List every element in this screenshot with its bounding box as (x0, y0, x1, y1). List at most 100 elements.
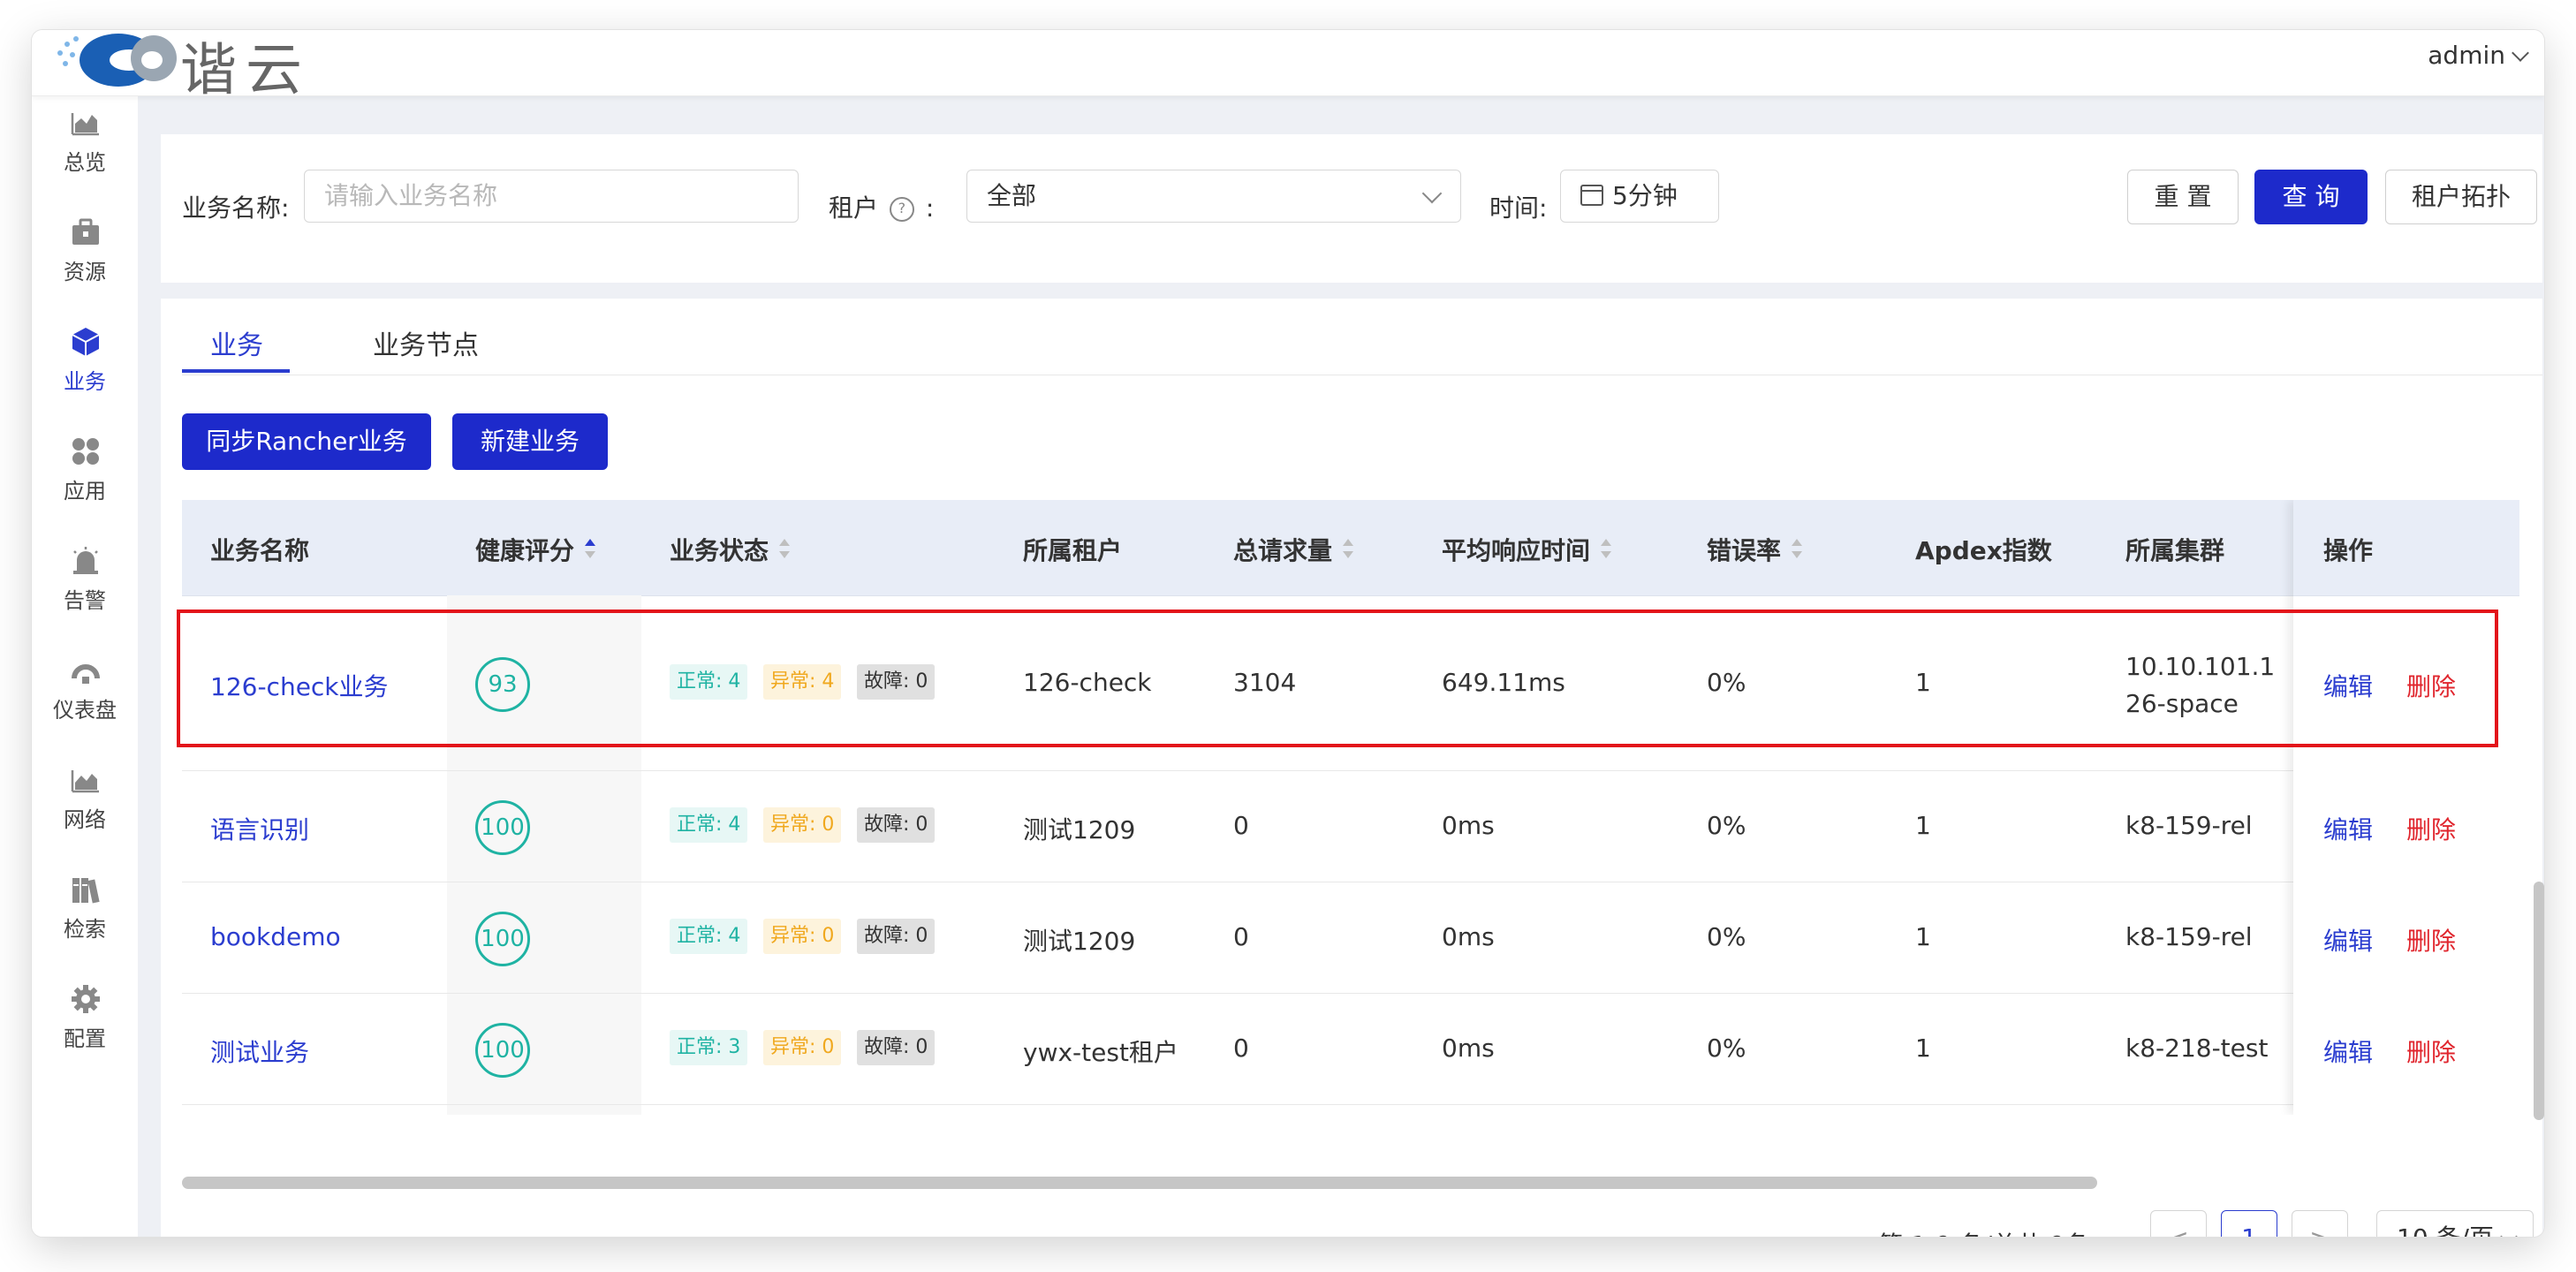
app-window: 谐云 admin 总览 资源 业务 应用 告警 仪表盘 网络 检索 配置 业务名… (32, 30, 2544, 1237)
status-abnormal-badge: 异常: 0 (763, 919, 842, 954)
sidebar-item-overview[interactable]: 总览 (32, 95, 138, 193)
column-header-health[interactable]: 健康评分 (475, 532, 596, 567)
tenant-select[interactable]: 全部 (966, 170, 1461, 223)
edit-link[interactable]: 编辑 (2323, 811, 2373, 846)
query-button[interactable]: 查 询 (2254, 170, 2368, 224)
cluster-line: 10.10.101.1 (2125, 652, 2276, 681)
edit-link[interactable]: 编辑 (2323, 668, 2373, 703)
column-header-requests[interactable]: 总请求量 (1233, 532, 1354, 567)
column-header-response-time[interactable]: 平均响应时间 (1442, 532, 1612, 567)
top-bar: 谐云 admin (32, 30, 2544, 103)
business-table: 业务名称 健康评分 业务状态 所属租户 总请求量 平均响应时间 错误率 Apde… (182, 500, 2519, 1115)
status-normal-badge: 正常: 4 (670, 919, 748, 954)
delete-link[interactable]: 删除 (2406, 1034, 2456, 1069)
status-abnormal-badge: 异常: 0 (763, 807, 842, 843)
sidebar: 总览 资源 业务 应用 告警 仪表盘 网络 检索 配置 (32, 95, 139, 1237)
page-size-value: 10 条/页 (2397, 1223, 2494, 1237)
sync-rancher-button[interactable]: 同步Rancher业务 (182, 413, 431, 470)
sidebar-item-resources[interactable]: 资源 (32, 205, 138, 302)
tenant-cell: 测试1209 (1023, 815, 1136, 844)
delete-link[interactable]: 删除 (2406, 668, 2456, 703)
delete-link[interactable]: 删除 (2406, 922, 2456, 958)
sidebar-item-settings[interactable]: 配置 (32, 972, 138, 1069)
business-name-link[interactable]: 126-check业务 (210, 668, 389, 703)
books-icon (72, 878, 100, 904)
status-normal-badge: 正常: 4 (670, 664, 748, 700)
user-menu[interactable]: admin (2428, 41, 2529, 70)
apdex-cell: 1 (1915, 922, 1931, 951)
prev-page-button[interactable]: < (2150, 1210, 2207, 1237)
sidebar-item-label: 仪表盘 (53, 698, 117, 723)
time-range-picker[interactable]: 5分钟 (1560, 170, 1719, 223)
sidebar-item-label: 业务 (64, 369, 106, 394)
sidebar-item-network[interactable]: 网络 (32, 753, 138, 850)
operations-column: 操作 编辑 删除 编辑 删除 编辑 删除 编辑 删除 (2293, 500, 2519, 1115)
response-time-cell: 0ms (1442, 922, 1495, 951)
tab-business[interactable]: 业务 (210, 323, 263, 362)
sidebar-item-label: 检索 (64, 917, 106, 942)
page-1-button[interactable]: 1 (2221, 1210, 2277, 1237)
page-size-select[interactable]: 10 条/页 (2376, 1210, 2534, 1237)
delete-link[interactable]: 删除 (2406, 811, 2456, 846)
sidebar-item-label: 告警 (64, 588, 106, 613)
sort-icon[interactable] (1343, 539, 1354, 562)
tenant-cell: 测试1209 (1023, 927, 1136, 956)
table-row: 126-check业务 93 正常: 4 异常: 4 故障: 0 126-che… (182, 595, 2519, 771)
sidebar-item-search[interactable]: 检索 (32, 862, 138, 959)
sidebar-item-alerts[interactable]: 告警 (32, 534, 138, 631)
edit-link[interactable]: 编辑 (2323, 1034, 2373, 1069)
sort-icon[interactable] (1792, 539, 1803, 562)
column-header-status[interactable]: 业务状态 (670, 532, 791, 567)
sort-icon[interactable] (1601, 539, 1612, 562)
alarm-icon (73, 547, 98, 574)
health-score: 100 (475, 912, 530, 966)
health-score: 100 (475, 1023, 530, 1078)
apps-grid-icon (72, 438, 99, 465)
business-name-input[interactable] (324, 170, 778, 221)
sidebar-item-label: 资源 (64, 260, 106, 284)
business-name-link[interactable]: 语言识别 (210, 811, 309, 846)
sidebar-item-business[interactable]: 业务 (32, 314, 138, 412)
cluster-line: 26-space (2125, 689, 2239, 718)
next-page-button[interactable]: > (2292, 1210, 2348, 1237)
business-name-field[interactable] (304, 170, 799, 223)
column-header-error-rate[interactable]: 错误率 (1707, 532, 1803, 567)
content-area: 业务名称: 租户 ? : 全部 时间: 5分钟 重 置 查 询 租户拓扑 (138, 95, 2544, 1237)
column-header-operations: 操作 (2323, 536, 2374, 565)
tab-business-nodes[interactable]: 业务节点 (373, 323, 479, 362)
column-header-error-rate-label: 错误率 (1707, 536, 1782, 565)
sort-asc-icon[interactable] (585, 539, 596, 562)
reset-button[interactable]: 重 置 (2127, 170, 2239, 224)
error-rate-cell: 0% (1707, 922, 1746, 951)
response-time-cell: 0ms (1442, 811, 1495, 840)
sort-icon[interactable] (779, 539, 791, 562)
requests-cell: 0 (1233, 922, 1249, 951)
sidebar-item-dashboard[interactable]: 仪表盘 (32, 643, 138, 740)
health-score: 93 (475, 657, 530, 712)
tenant-label: 租户 ? : (829, 189, 934, 224)
tenant-cell: 126-check (1023, 668, 1152, 697)
column-header-status-label: 业务状态 (670, 536, 769, 565)
vertical-scrollbar[interactable] (2534, 882, 2544, 1120)
horizontal-scrollbar[interactable] (182, 1177, 2097, 1189)
new-business-button[interactable]: 新建业务 (452, 413, 608, 470)
tenant-topology-button[interactable]: 租户拓扑 (2385, 170, 2537, 224)
sidebar-item-apps[interactable]: 应用 (32, 424, 138, 521)
cube-icon (72, 328, 100, 356)
table-row: bookdemo 100 正常: 4 异常: 0 故障: 0 测试1209 0 … (182, 882, 2519, 994)
network-chart-icon (71, 770, 99, 793)
column-header-name: 业务名称 (210, 536, 310, 565)
edit-link[interactable]: 编辑 (2323, 922, 2373, 958)
apdex-cell: 1 (1915, 668, 1931, 697)
requests-cell: 0 (1233, 811, 1249, 840)
apdex-cell: 1 (1915, 811, 1931, 840)
help-circle-icon[interactable]: ? (889, 197, 914, 222)
briefcase-icon (72, 218, 99, 245)
column-header-apdex: Apdex指数 (1915, 536, 2052, 565)
business-list-panel: 业务 业务节点 同步Rancher业务 新建业务 业务名称 健康评分 业务状态 … (161, 299, 2544, 1237)
column-header-requests-label: 总请求量 (1233, 536, 1333, 565)
status-fault-badge: 故障: 0 (857, 1030, 936, 1065)
business-name-link[interactable]: 测试业务 (210, 1034, 309, 1069)
business-name-link[interactable]: bookdemo (210, 922, 341, 951)
status-abnormal-badge: 异常: 4 (763, 664, 842, 700)
